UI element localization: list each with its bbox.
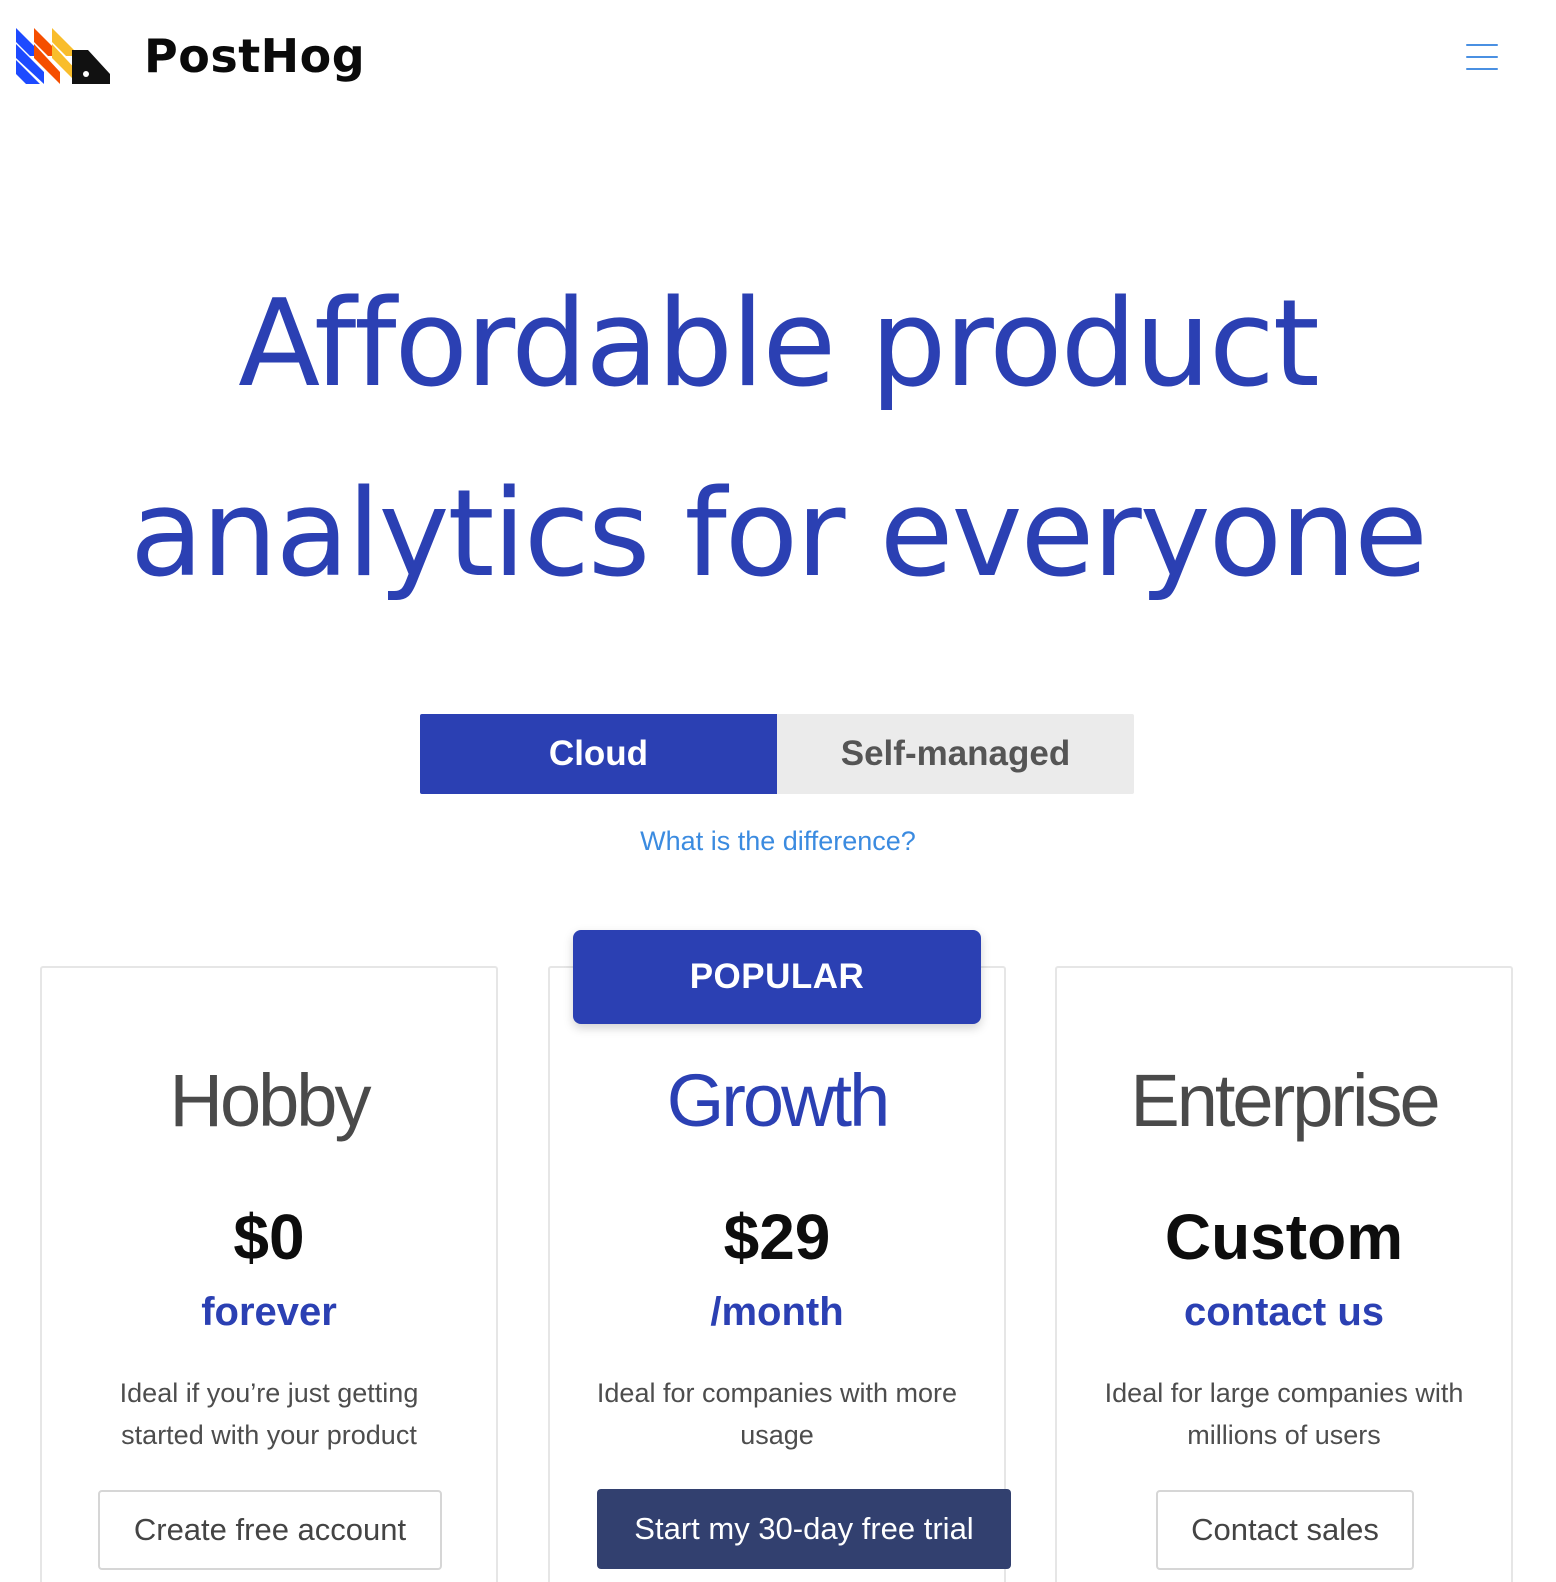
plan-name: Hobby [169,1059,372,1142]
plan-period: forever [201,1290,337,1334]
hero-title-line-2: analytics for everyone [130,465,1428,604]
plan-card-enterprise: Enterprise Custom contact us Ideal for l… [1055,966,1513,1582]
hamburger-menu-icon[interactable] [1464,40,1500,74]
plan-price: Custom [1164,1201,1404,1273]
tab-cloud[interactable]: Cloud [420,714,777,794]
difference-link-label[interactable]: What is the difference? [640,826,916,856]
plan-description: Ideal for companies with more usage [596,1378,958,1450]
plan-price: $0 [233,1201,305,1273]
posthog-logo-icon [16,28,110,84]
hero-title-line-1: Affordable product [238,275,1320,414]
start-free-trial-button[interactable]: Start my 30-day free trial [597,1489,1011,1569]
brand-logo[interactable]: PostHog [16,28,365,84]
deployment-toggle: Cloud Self-managed [420,714,1134,794]
hero-title: Affordable product analytics for everyon… [0,250,1556,630]
popular-badge: POPULAR [573,930,981,1024]
pricing-page: PostHog Affordable product analytics for… [0,0,1556,1582]
plan-name: Enterprise [1130,1059,1440,1142]
plan-name: Growth [666,1059,891,1142]
plan-card-hobby: Hobby $0 forever Ideal if you’re just ge… [40,966,498,1582]
create-free-account-button[interactable]: Create free account [98,1490,442,1570]
plan-description: Ideal if you’re just getting started wit… [119,1378,419,1450]
difference-link[interactable]: What is the difference? [0,826,1556,857]
plan-period: /month [710,1290,844,1334]
brand-name: PostHog [144,29,366,83]
tab-self-managed[interactable]: Self-managed [777,714,1134,794]
contact-sales-button[interactable]: Contact sales [1156,1490,1414,1570]
plan-description: Ideal for large companies with millions … [1104,1378,1464,1450]
site-header: PostHog [0,0,1556,130]
plan-period: contact us [1183,1290,1385,1334]
plan-price: $29 [723,1201,831,1273]
